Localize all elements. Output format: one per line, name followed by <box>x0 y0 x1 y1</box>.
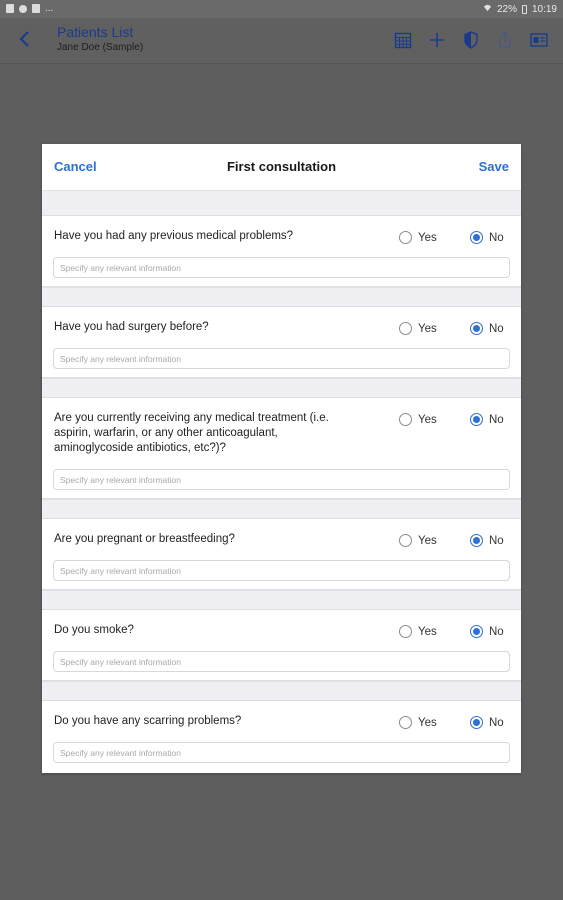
no-radio[interactable]: No <box>470 231 504 244</box>
wifi-icon <box>483 3 492 15</box>
radio-selected-icon <box>470 534 483 547</box>
no-radio[interactable]: No <box>470 413 504 426</box>
question-section: Do you have any scarring problems? Yes N… <box>42 700 521 773</box>
no-radio[interactable]: No <box>470 625 504 638</box>
question-text: Have you had any previous medical proble… <box>54 230 294 242</box>
details-input[interactable]: Specify any relevant information <box>53 651 510 672</box>
yes-radio[interactable]: Yes <box>399 231 437 244</box>
section-divider <box>42 190 521 215</box>
clock: 10:19 <box>531 3 557 15</box>
yes-label: Yes <box>418 625 437 638</box>
details-input[interactable]: Specify any relevant information <box>53 348 510 369</box>
no-label: No <box>489 231 504 244</box>
radio-selected-icon <box>470 322 483 335</box>
question-section: Are you currently receiving any medical … <box>42 397 521 499</box>
chevron-left-icon <box>19 31 29 47</box>
id-card-icon <box>530 33 548 47</box>
yes-radio[interactable]: Yes <box>399 534 437 547</box>
page-title: Patients List <box>57 24 134 40</box>
question-section: Have you had any previous medical proble… <box>42 215 521 287</box>
status-more-text: ... <box>45 3 54 14</box>
share-icon <box>499 31 511 48</box>
section-divider <box>42 590 521 609</box>
share-button[interactable] <box>495 30 515 50</box>
add-button[interactable] <box>427 30 447 50</box>
battery-percent: 22% <box>496 3 517 15</box>
radio-selected-icon <box>470 625 483 638</box>
consultation-modal: Cancel First consultation Save Have you … <box>42 144 521 773</box>
yes-label: Yes <box>418 322 437 335</box>
app-bar: Patients List Jane Doe (Sample) <box>0 18 563 64</box>
battery-icon <box>521 4 527 14</box>
radio-circle-icon <box>399 413 412 426</box>
no-label: No <box>489 322 504 335</box>
section-divider <box>42 378 521 397</box>
section-divider <box>42 499 521 518</box>
radio-circle-icon <box>399 534 412 547</box>
details-input[interactable]: Specify any relevant information <box>53 469 510 490</box>
back-button[interactable] <box>18 29 38 53</box>
details-input[interactable]: Specify any relevant information <box>53 257 510 278</box>
sync-icon <box>19 4 27 13</box>
yes-radio[interactable]: Yes <box>399 625 437 638</box>
shield-icon <box>464 31 478 49</box>
question-text: Have you had surgery before? <box>54 321 209 333</box>
app-bar-titles: Patients List Jane Doe (Sample) <box>57 24 143 55</box>
details-input[interactable]: Specify any relevant information <box>53 742 510 763</box>
profile-card-button[interactable] <box>529 30 549 50</box>
modal-header: Cancel First consultation Save <box>42 144 521 190</box>
section-divider <box>42 681 521 700</box>
details-input[interactable]: Specify any relevant information <box>53 560 510 581</box>
no-radio[interactable]: No <box>470 322 504 335</box>
question-text: Are you pregnant or breastfeeding? <box>54 533 235 545</box>
app-bar-actions <box>393 30 549 50</box>
no-radio[interactable]: No <box>470 716 504 729</box>
modal-title: First consultation <box>226 159 337 174</box>
image-icon <box>6 4 14 13</box>
patient-name: Jane Doe (Sample) <box>57 42 144 53</box>
yes-label: Yes <box>418 716 437 729</box>
no-radio[interactable]: No <box>470 534 504 547</box>
yes-radio[interactable]: Yes <box>399 322 437 335</box>
radio-circle-icon <box>399 625 412 638</box>
yes-label: Yes <box>418 413 437 426</box>
radio-circle-icon <box>399 716 412 729</box>
no-label: No <box>489 625 504 638</box>
question-section: Have you had surgery before? Yes No Spec… <box>42 306 521 378</box>
radio-selected-icon <box>470 716 483 729</box>
no-label: No <box>489 413 504 426</box>
status-bar: ... 22% 10:19 <box>0 0 563 18</box>
yes-label: Yes <box>418 231 437 244</box>
status-bar-right: 22% 10:19 <box>483 3 557 15</box>
status-bar-left: ... <box>6 3 53 14</box>
yes-label: Yes <box>418 534 437 547</box>
radio-circle-icon <box>399 322 412 335</box>
yes-radio[interactable]: Yes <box>399 716 437 729</box>
radio-circle-icon <box>399 231 412 244</box>
question-section: Do you smoke? Yes No Specify any relevan… <box>42 609 521 681</box>
plus-icon <box>430 33 444 47</box>
yes-radio[interactable]: Yes <box>399 413 437 426</box>
gallery-icon <box>32 4 40 13</box>
no-label: No <box>489 716 504 729</box>
section-divider <box>42 287 521 306</box>
no-label: No <box>489 534 504 547</box>
question-text: Do you smoke? <box>54 624 134 636</box>
radio-selected-icon <box>470 231 483 244</box>
radio-selected-icon <box>470 413 483 426</box>
calendar-icon <box>394 32 412 49</box>
calendar-button[interactable] <box>393 30 413 50</box>
question-text: Do you have any scarring problems? <box>54 715 242 727</box>
question-text: Are you currently receiving any medical … <box>54 412 329 454</box>
question-section: Are you pregnant or breastfeeding? Yes N… <box>42 518 521 590</box>
contrast-button[interactable] <box>461 30 481 50</box>
save-button[interactable]: Save <box>479 159 509 174</box>
